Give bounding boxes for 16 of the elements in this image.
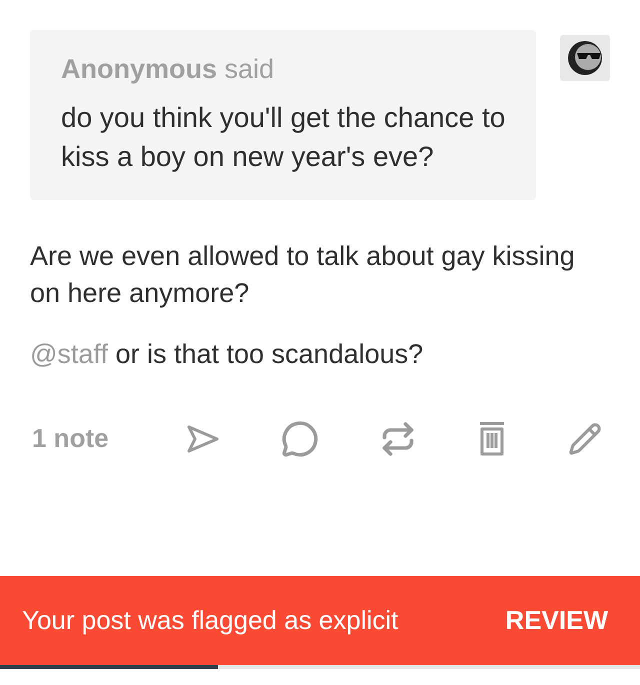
answer-paragraph: Are we even allowed to talk about gay kissing on here anymore?: [30, 240, 576, 310]
pencil-icon[interactable]: [568, 422, 602, 456]
flag-message: Your post was flagged as explicit: [22, 604, 398, 637]
question-text: do you think you'll get the chance to kiss a boy on new year's eve?: [61, 101, 506, 174]
answer-paragraph: @staff or is that too scandalous?: [30, 338, 424, 371]
trash-icon[interactable]: [477, 420, 507, 456]
mention-link[interactable]: @staff: [30, 339, 108, 369]
speech-bubble-icon[interactable]: [281, 420, 319, 458]
said-label: said: [224, 54, 274, 84]
avatar[interactable]: [560, 35, 610, 81]
review-button[interactable]: REVIEW: [505, 601, 608, 640]
notes-count[interactable]: 1 note: [32, 419, 186, 458]
sunglasses-face-icon: [566, 39, 604, 77]
send-icon[interactable]: [186, 424, 220, 454]
repeat-icon[interactable]: [380, 420, 416, 456]
asker-name: Anonymous: [61, 54, 218, 84]
